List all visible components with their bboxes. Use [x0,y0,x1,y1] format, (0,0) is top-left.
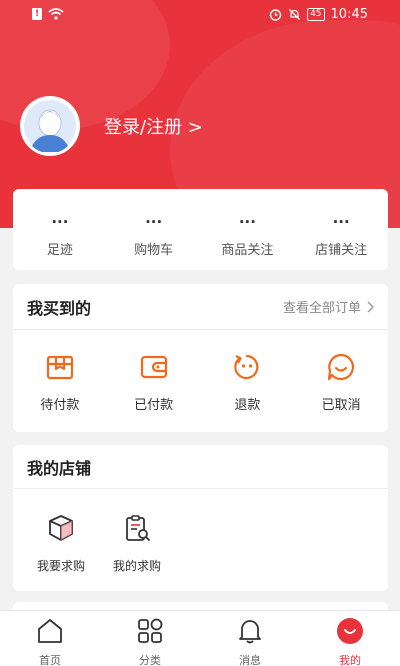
clock: 10:45 [330,7,368,22]
orders-title: 我买到的 [27,298,92,318]
battery-indicator: 45 [307,8,325,21]
shop-item-label: 我要求购 [36,559,85,573]
bell-icon [239,620,261,644]
wifi-icon [48,8,64,20]
orders-card: 我买到的 查看全部订单 待付款 已付款 退款 已取消 [13,284,388,432]
tab-label: 首页 [39,654,61,666]
view-all-label: 查看全部订单 [282,301,361,316]
tab-label: 消息 [239,654,261,666]
status-bar: ! 45 10:45 [0,0,400,30]
order-label: 已取消 [321,398,361,413]
stat-label: 足迹 [46,243,73,258]
clipboard-search-icon [126,515,150,541]
stat-value: ... [332,209,350,227]
stat-cart[interactable]: ... 购物车 [107,189,201,270]
wallet-icon [140,355,167,379]
package-icon [49,515,73,541]
order-label: 已付款 [134,398,174,413]
mute-bell-icon [289,9,301,20]
orders-header: 我买到的 查看全部订单 [13,284,388,330]
tab-label: 我的 [339,654,361,666]
stat-label: 商品关注 [221,243,274,258]
alarm-icon [269,9,282,21]
avatar [20,96,80,156]
tab-label: 分类 [139,654,161,666]
chevron-right-icon [367,301,374,312]
bottom-tab-bar: 首页 分类 消息 我的 [0,610,400,666]
shop-title: 我的店铺 [27,458,92,478]
order-label: 退款 [234,398,261,413]
box-icon [46,355,73,380]
order-refund[interactable]: 退款 [201,330,295,413]
order-label: 待付款 [40,398,80,413]
home-icon [38,619,62,643]
login-entry[interactable]: 登录/注册 > [20,96,203,156]
tab-mine[interactable]: 我的 [300,611,400,666]
tab-category[interactable]: 分类 [100,611,200,666]
profile-smile-icon [337,618,363,644]
stat-followed-goods[interactable]: ... 商品关注 [201,189,295,270]
order-paid[interactable]: 已付款 [107,330,201,413]
my-shop-card: 我的店铺 我要求购 我的求购 [13,445,388,591]
stats-panel: ... 足迹 ... 购物车 ... 商品关注 ... 店铺关注 [13,189,388,270]
stat-value: ... [238,209,256,227]
login-register-link[interactable]: 登录/注册 > [104,113,203,139]
order-cancelled[interactable]: 已取消 [294,330,388,413]
stat-value: ... [145,209,163,227]
stat-label: 购物车 [134,243,174,258]
chat-smile-icon [328,353,355,381]
shop-item-post-request[interactable]: 我要求购 [23,489,99,574]
shop-item-my-requests[interactable]: 我的求购 [99,489,175,574]
tab-home[interactable]: 首页 [0,611,100,666]
stat-value: ... [51,209,69,227]
refund-icon [234,354,259,380]
category-icon [138,618,163,643]
stat-label: 店铺关注 [315,243,368,258]
stat-footprint[interactable]: ... 足迹 [13,189,107,270]
stat-followed-shops[interactable]: ... 店铺关注 [294,189,388,270]
tab-messages[interactable]: 消息 [200,611,300,666]
shop-item-label: 我的求购 [112,559,161,573]
sim-alert-icon: ! [32,8,42,20]
view-all-orders-link[interactable]: 查看全部订单 [283,297,374,316]
order-pending-payment[interactable]: 待付款 [13,330,107,413]
shop-header: 我的店铺 [13,445,388,489]
default-avatar-icon [24,100,76,152]
